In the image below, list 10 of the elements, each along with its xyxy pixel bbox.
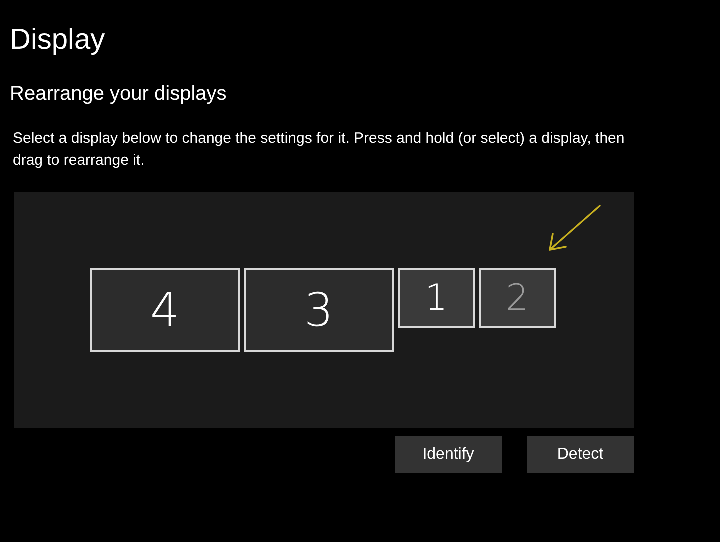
- section-heading: Rearrange your displays: [10, 82, 228, 107]
- display-tile[interactable]: 3: [244, 268, 394, 352]
- identify-button[interactable]: Identify: [395, 436, 502, 473]
- page-title: Display: [10, 23, 106, 58]
- display-tile[interactable]: 2: [479, 268, 556, 328]
- arrow-icon: [546, 204, 602, 254]
- display-tile[interactable]: 1: [398, 268, 475, 328]
- description: Select a display below to change the settings for it. Press and hold (or select) a display, then drag to rearrange it.: [13, 129, 626, 171]
- detect-button[interactable]: Detect: [527, 436, 634, 473]
- display-tile[interactable]: 4: [90, 268, 240, 352]
